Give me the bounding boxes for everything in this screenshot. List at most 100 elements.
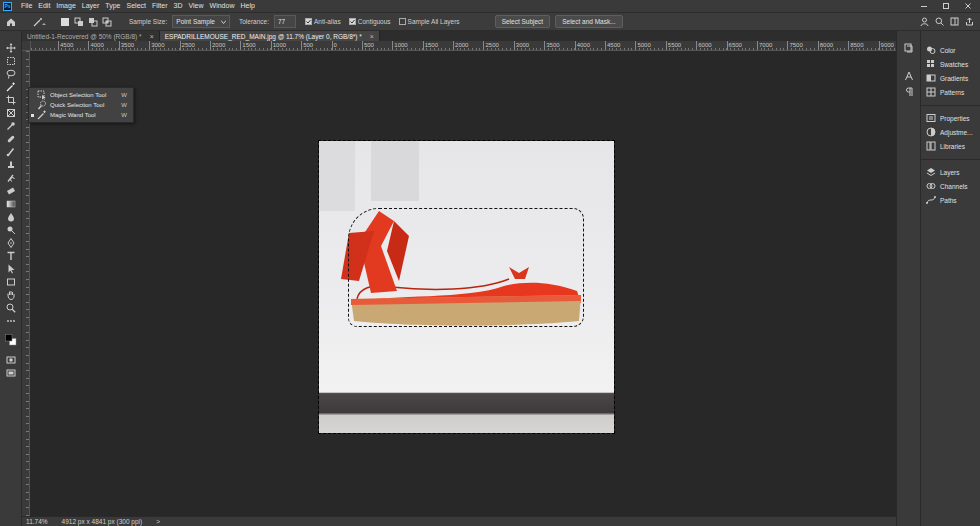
flyout-item[interactable]: Object Selection ToolW xyxy=(29,90,133,100)
panel-label: Swatches xyxy=(940,61,968,68)
panel-tab[interactable]: Adjustme... xyxy=(921,125,980,139)
ruler-label: 3000 xyxy=(516,42,529,48)
panel-tab[interactable]: Layers xyxy=(921,165,980,179)
document-info: 4912 px x 4841 px (300 ppi) xyxy=(62,518,143,525)
panel-tab[interactable]: Color xyxy=(921,43,980,57)
ruler-label: 1500 xyxy=(242,42,255,48)
hand-tool-icon[interactable] xyxy=(6,290,16,300)
dodge-tool-icon[interactable] xyxy=(6,225,16,235)
quick-mask-icon[interactable] xyxy=(6,355,16,365)
panel-tab[interactable]: Libraries xyxy=(921,139,980,153)
marquee-tool-icon[interactable] xyxy=(6,56,16,66)
select-and-mask-button[interactable]: Select and Mask... xyxy=(555,15,622,28)
ruler-label: 5500 xyxy=(668,42,681,48)
more-tools-icon[interactable] xyxy=(6,316,16,326)
flyout-item[interactable]: Magic Wand ToolW xyxy=(29,110,133,120)
search-icon[interactable] xyxy=(935,17,944,26)
panel-tab[interactable]: Gradients xyxy=(921,71,980,85)
panel-tab[interactable]: Patterns xyxy=(921,85,980,99)
menu-item[interactable]: Filter xyxy=(149,0,171,12)
ruler-tick: 0 xyxy=(332,41,362,50)
selection-mode-icon[interactable] xyxy=(88,17,98,27)
tolerance-input[interactable]: 77 xyxy=(274,15,296,28)
move-tool-icon[interactable] xyxy=(6,43,16,53)
ruler-label: 7500 xyxy=(789,42,802,48)
checkbox-option[interactable]: Contiguous xyxy=(349,18,391,25)
checkbox[interactable] xyxy=(305,18,312,25)
workspace-icon[interactable] xyxy=(950,17,959,26)
maximize-icon[interactable] xyxy=(942,2,950,10)
magic-wand-icon[interactable] xyxy=(33,17,47,27)
type-tool-icon[interactable] xyxy=(6,251,16,261)
select-subject-button[interactable]: Select Subject xyxy=(495,15,551,28)
home-icon[interactable] xyxy=(6,17,16,27)
checkbox-option[interactable]: Sample All Layers xyxy=(399,18,460,25)
checkbox-option[interactable]: Anti-alias xyxy=(305,18,341,25)
document-tab[interactable]: ESPADRILLEMOUSE_RED_MAIN.jpg @ 11.7% (La… xyxy=(160,31,380,41)
checkbox[interactable] xyxy=(399,18,406,25)
document-image[interactable] xyxy=(319,141,614,433)
history-icon[interactable] xyxy=(904,43,914,53)
blur-tool-icon[interactable] xyxy=(6,212,16,222)
menu-item[interactable]: File xyxy=(18,0,35,12)
ruler-tick: 1500 xyxy=(240,41,270,50)
crop-tool-icon[interactable] xyxy=(6,95,16,105)
sample-size-dropdown[interactable]: Point Sample xyxy=(172,15,230,28)
lasso-tool-icon[interactable] xyxy=(6,69,16,79)
minimize-icon[interactable] xyxy=(920,2,928,10)
ruler-label: 2000 xyxy=(212,42,225,48)
menu-item[interactable]: Window xyxy=(207,0,238,12)
selection-mode-icon[interactable] xyxy=(102,17,112,27)
selection-mode-icon[interactable] xyxy=(74,17,84,27)
panel-icon xyxy=(926,113,936,123)
path-selection-tool-icon[interactable] xyxy=(6,264,16,274)
menu-item[interactable]: Select xyxy=(124,0,149,12)
eyedropper-tool-icon[interactable] xyxy=(6,121,16,131)
healing-brush-tool-icon[interactable] xyxy=(6,134,16,144)
panel-tab[interactable]: Paths xyxy=(921,193,980,207)
menu-item[interactable]: View xyxy=(186,0,207,12)
panel-group: Color Swatches GradientsPatterns xyxy=(921,41,980,103)
ruler-label: 2500 xyxy=(182,42,195,48)
menu-item[interactable]: Layer xyxy=(79,0,103,12)
account-icon[interactable] xyxy=(920,17,929,26)
color-swatches-icon[interactable] xyxy=(5,334,17,346)
menu-item[interactable]: Edit xyxy=(35,0,53,12)
screen-mode-icon[interactable] xyxy=(6,368,16,378)
panel-tab[interactable]: Swatches xyxy=(921,57,980,71)
selection-mode-icon[interactable] xyxy=(60,17,70,27)
paragraph-icon[interactable] xyxy=(904,87,914,97)
zoom-level[interactable]: 11.74% xyxy=(26,518,48,525)
close-icon[interactable] xyxy=(964,2,972,10)
history-brush-tool-icon[interactable] xyxy=(6,173,16,183)
character-icon[interactable] xyxy=(904,71,914,81)
ruler-tick: 3500 xyxy=(119,41,149,50)
gradient-tool-icon[interactable] xyxy=(6,199,16,209)
frame-tool-icon[interactable] xyxy=(6,108,16,118)
share-icon[interactable] xyxy=(965,17,974,26)
pen-tool-icon[interactable] xyxy=(6,238,16,248)
zoom-tool-icon[interactable] xyxy=(6,303,16,313)
document-tab[interactable]: Untitled-1-Recovered @ 50% (RGB/8) *× xyxy=(22,31,160,41)
panel-icon xyxy=(926,87,936,97)
clone-stamp-tool-icon[interactable] xyxy=(6,160,16,170)
tab-close-button[interactable]: × xyxy=(370,33,374,40)
ruler-label: 6500 xyxy=(729,42,742,48)
flyout-item[interactable]: Quick Selection ToolW xyxy=(29,100,133,110)
status-menu-arrow[interactable]: > xyxy=(156,518,160,525)
panel-tab[interactable]: Properties xyxy=(921,111,980,125)
checkbox[interactable] xyxy=(349,18,356,25)
eraser-tool-icon[interactable] xyxy=(6,186,16,196)
menu-item[interactable]: Type xyxy=(102,0,123,12)
ruler-tick: 500 xyxy=(362,41,392,50)
magic-wand-tool-icon[interactable] xyxy=(6,82,16,92)
menu-item[interactable]: Image xyxy=(53,0,78,12)
tab-close-button[interactable]: × xyxy=(150,33,154,40)
ruler-tick: 2500 xyxy=(483,41,513,50)
panel-tab[interactable]: Channels xyxy=(921,179,980,193)
panel-icon xyxy=(926,59,936,69)
rectangle-tool-icon[interactable] xyxy=(6,277,16,287)
menu-item[interactable]: Help xyxy=(237,0,257,12)
brush-tool-icon[interactable] xyxy=(6,147,16,157)
menu-item[interactable]: 3D xyxy=(171,0,186,12)
